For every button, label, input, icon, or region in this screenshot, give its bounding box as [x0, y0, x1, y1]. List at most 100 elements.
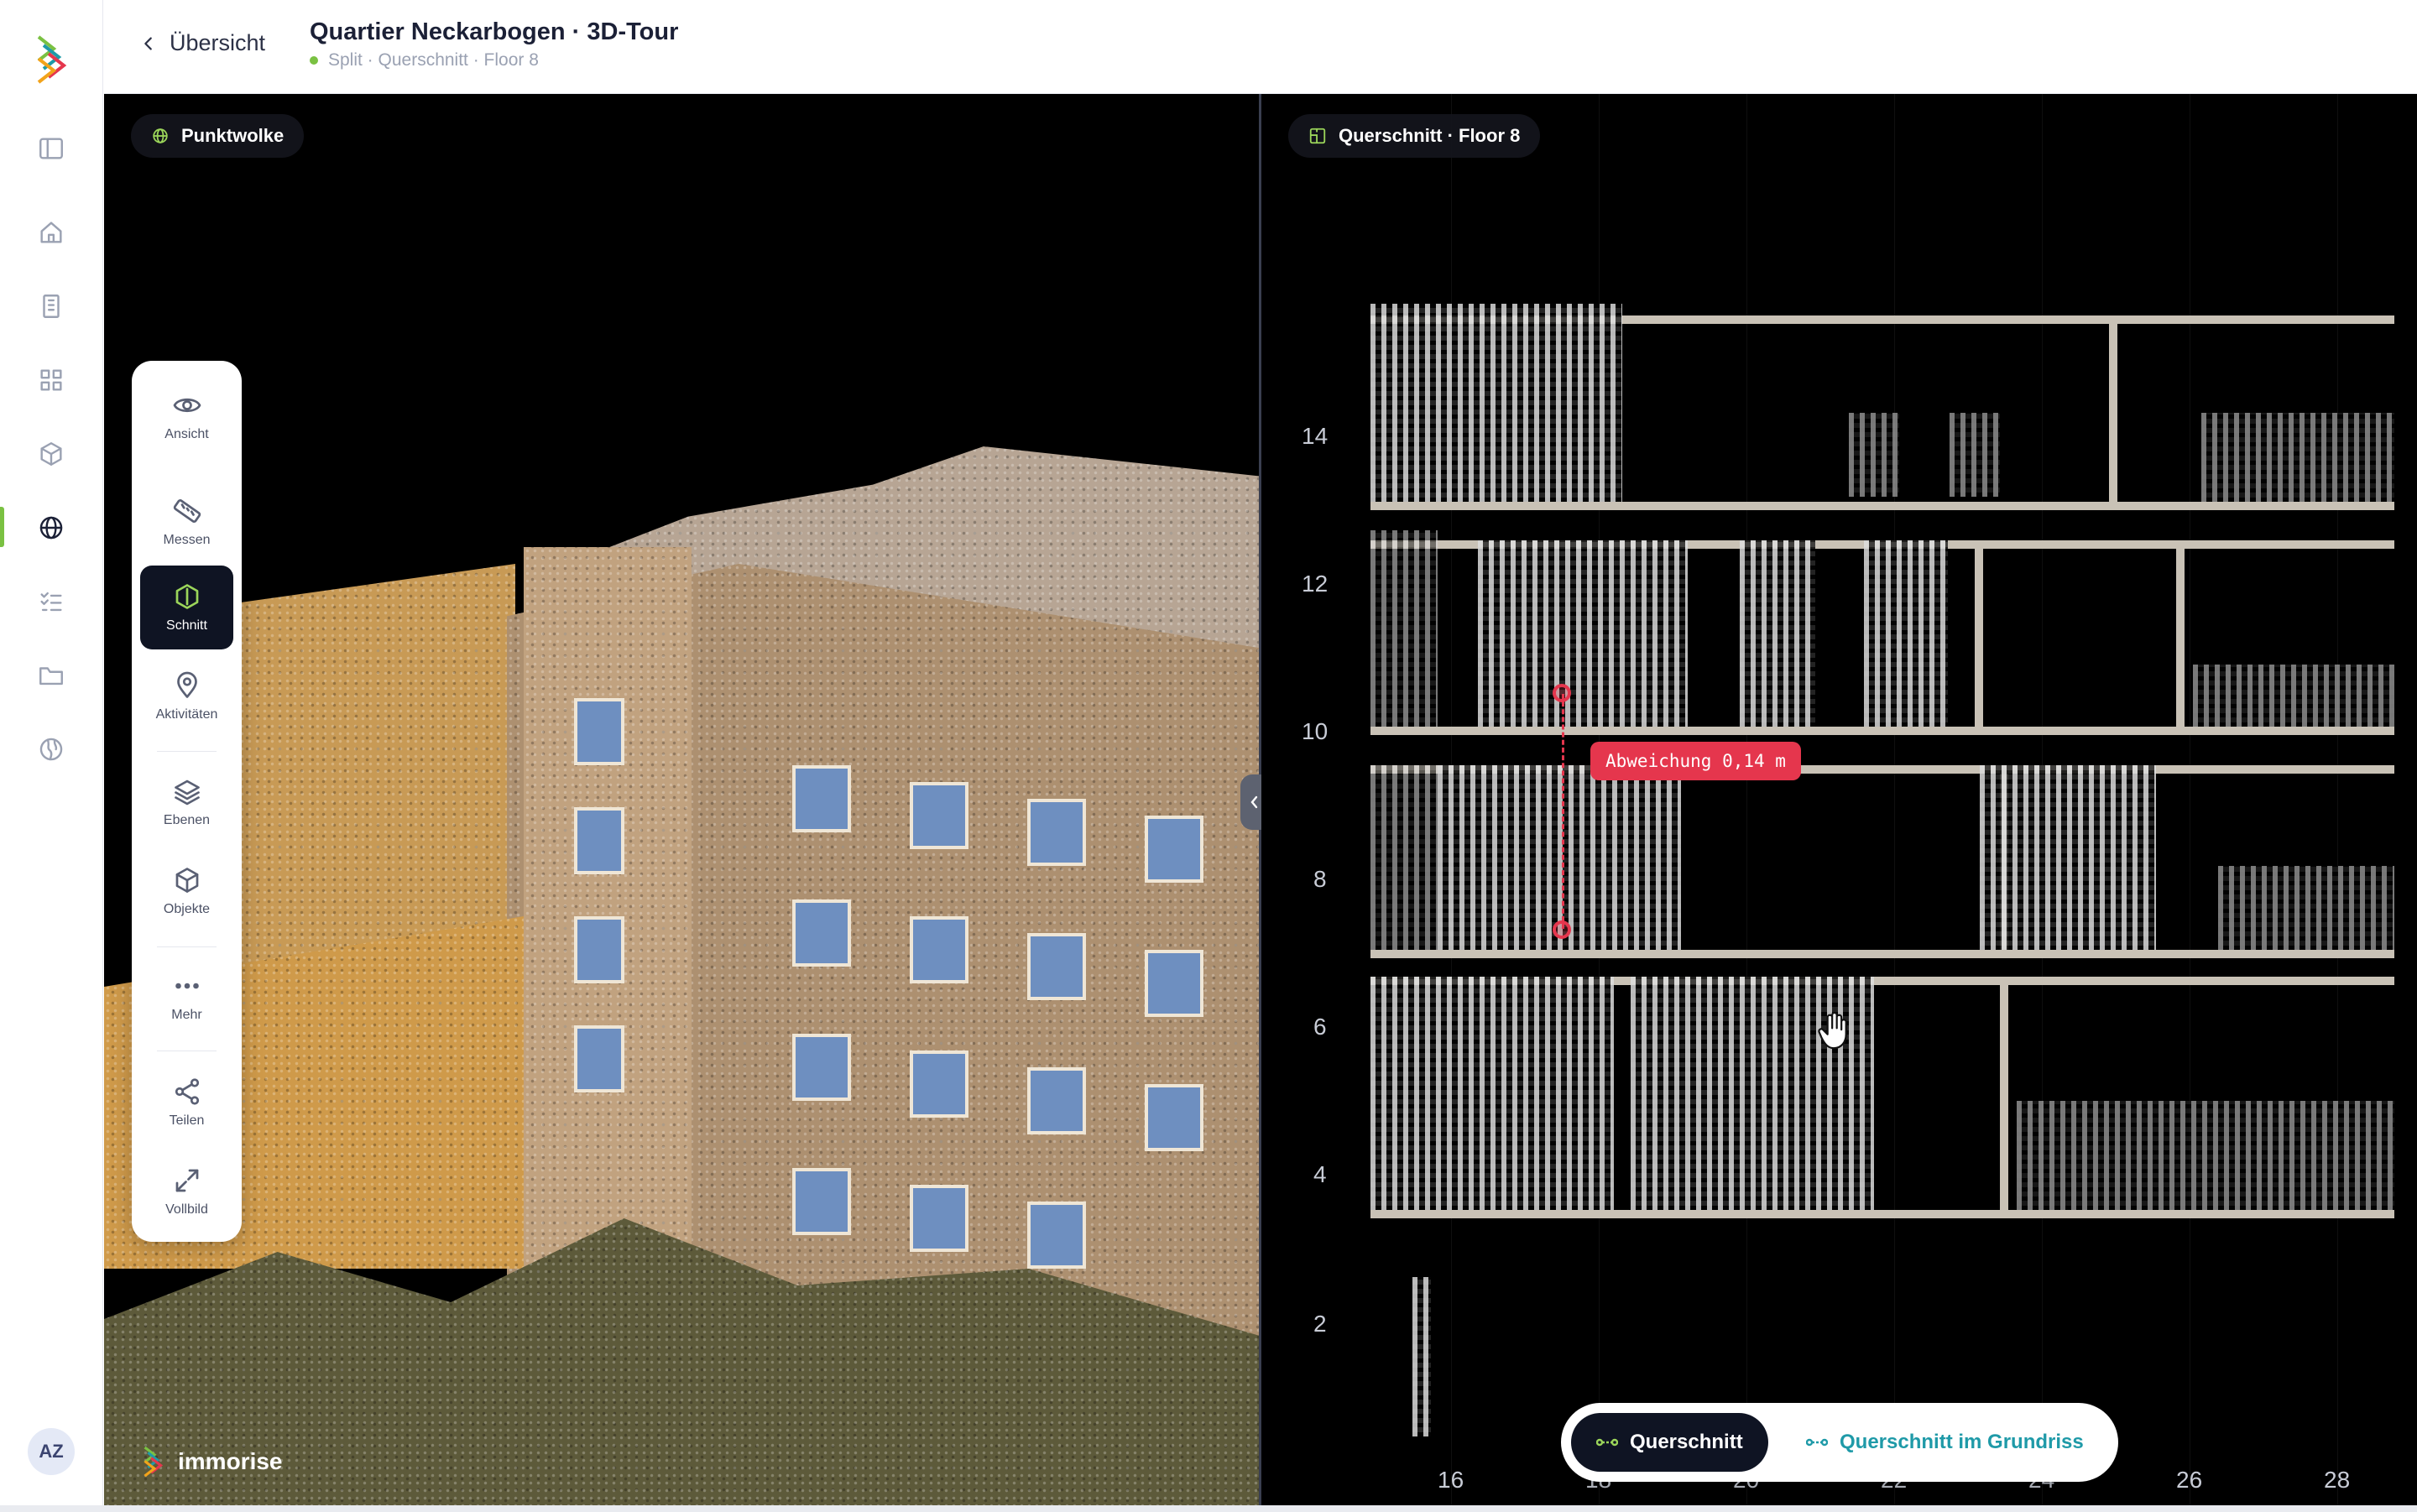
x-tick: 26: [2176, 1467, 2203, 1493]
more-dots-icon: [175, 983, 199, 989]
floor-slab: [1370, 502, 2394, 510]
floorplan-icon: [1309, 128, 1326, 144]
measure-point-bottom[interactable]: [1553, 920, 1571, 939]
pc-window: [792, 765, 851, 832]
point-cloud-viewport[interactable]: Punktwolke: [104, 94, 1260, 1505]
tool-ebenen[interactable]: Ebenen: [140, 760, 233, 844]
chevron-left-icon: [144, 36, 152, 50]
scan-room: [2218, 866, 2394, 950]
floor-slab: [1370, 727, 2394, 735]
pc-window: [574, 1025, 624, 1092]
tool-label: Teilen: [169, 1113, 205, 1128]
wall: [1975, 540, 1983, 727]
app-rail: AZ: [0, 0, 103, 1512]
pc-window: [792, 899, 851, 967]
sidebar-toggle-button[interactable]: [32, 129, 70, 168]
building-icon: [43, 295, 60, 318]
rail-dashboard-button[interactable]: [32, 361, 70, 399]
floor-slab: [1370, 1210, 2394, 1218]
page-title: Quartier Neckarbogen · 3D-Tour: [310, 18, 679, 45]
tool-label: Messen: [163, 533, 211, 547]
tool-label: Aktivitäten: [155, 707, 218, 722]
section-mode-toggle: Querschnitt Querschnitt im Grundriss: [1561, 1403, 2118, 1482]
wall: [2109, 315, 2117, 502]
scan-room: [1370, 304, 1622, 502]
section-line-icon: [1806, 1438, 1828, 1447]
x-tick: 16: [1438, 1467, 1464, 1493]
fullscreen-icon: [175, 1169, 198, 1192]
pc-window: [1027, 1202, 1086, 1269]
tool-label: Mehr: [171, 1008, 202, 1022]
rail-3d-tour-button[interactable]: [32, 508, 70, 547]
mode-querschnitt-button[interactable]: Querschnitt: [1571, 1413, 1768, 1472]
tool-schnitt[interactable]: Schnitt: [140, 566, 233, 649]
back-label: Übersicht: [170, 30, 266, 55]
tool-divider: [157, 946, 217, 947]
tool-objekte[interactable]: Objekte: [140, 849, 233, 933]
rail-objects-button[interactable]: [32, 435, 70, 473]
sidebar-toggle-icon: [39, 138, 63, 159]
scan-room: [1864, 540, 1948, 727]
tool-aktivitaeten[interactable]: Aktivitäten: [140, 654, 233, 738]
status-dot: [310, 56, 318, 65]
brand-name: immorise: [178, 1448, 283, 1474]
scan-room: [2017, 1101, 2394, 1210]
rail-files-button[interactable]: [32, 656, 70, 695]
page-subtitle: Split · Querschnitt · Floor 8: [310, 50, 539, 70]
pc-window: [574, 916, 624, 983]
grid-line: [1746, 94, 1747, 1505]
pc-window: [1145, 950, 1203, 1017]
mode-grundriss-button[interactable]: Querschnitt im Grundriss: [1781, 1413, 2109, 1472]
grid-line: [2337, 94, 2338, 1505]
y-tick: 12: [1302, 571, 1329, 597]
pc-window: [1145, 816, 1203, 883]
rail-building-button[interactable]: [32, 287, 70, 326]
rail-world-button[interactable]: [32, 730, 70, 769]
pc-window: [792, 1034, 851, 1101]
back-link[interactable]: Übersicht: [139, 30, 265, 56]
dashboard-grid-icon: [40, 369, 62, 391]
scan-room: [1950, 413, 2000, 497]
tool-label: Objekte: [163, 902, 211, 916]
measure-point-top[interactable]: [1553, 684, 1571, 702]
rail-home-button[interactable]: [32, 213, 70, 252]
map-pin-icon: [176, 671, 197, 698]
globe-icon: [39, 516, 63, 540]
scan-room: [2193, 665, 2394, 727]
point-cloud-chip-label: Punktwolke: [181, 125, 285, 146]
tool-label: Ebenen: [163, 813, 211, 827]
user-avatar[interactable]: AZ: [28, 1428, 75, 1475]
floor-slab: [1370, 950, 2394, 958]
tool-messen[interactable]: Messen: [140, 480, 233, 564]
hand-cursor-icon: [1818, 1011, 1847, 1050]
share-icon: [175, 1078, 199, 1105]
tool-palette: Ansicht Messen Schnitt Aktivitäten Ebene…: [132, 361, 242, 1242]
tool-divider: [157, 751, 217, 752]
tool-teilen[interactable]: Teilen: [140, 1061, 233, 1144]
brand-logo[interactable]: [35, 34, 67, 86]
section-chip-label: Querschnitt · Floor 8: [1339, 125, 1521, 146]
subtitle-text: Split · Querschnitt · Floor 8: [328, 50, 539, 70]
y-tick: 10: [1302, 718, 1329, 744]
scan-room: [1849, 413, 1899, 497]
globe-icon: [153, 128, 168, 143]
pc-window: [910, 1051, 968, 1118]
tool-label: Vollbild: [165, 1202, 208, 1217]
scan-room: [1980, 765, 2156, 950]
y-tick: 8: [1313, 866, 1327, 892]
tool-ansicht[interactable]: Ansicht: [140, 374, 233, 458]
folder-icon: [39, 667, 63, 686]
scan-room: [1740, 540, 1815, 727]
rail-tasks-button[interactable]: [32, 582, 70, 621]
tool-mehr[interactable]: Mehr: [140, 955, 233, 1039]
y-tick: 4: [1313, 1161, 1327, 1187]
scan-room: [1478, 540, 1688, 727]
section-viewport[interactable]: 14 12 10 8 6 4 2 16 18 20 22 24 26 28 Qu…: [1261, 94, 2417, 1505]
top-header: Übersicht Quartier Neckarbogen · 3D-Tour…: [104, 0, 2417, 94]
pc-window: [1145, 1084, 1203, 1151]
tool-vollbild[interactable]: Vollbild: [140, 1150, 233, 1233]
cube-icon: [175, 868, 198, 893]
scan-column: [1412, 1277, 1431, 1436]
brand-watermark: immorise: [143, 1443, 283, 1480]
world-icon: [39, 738, 63, 761]
